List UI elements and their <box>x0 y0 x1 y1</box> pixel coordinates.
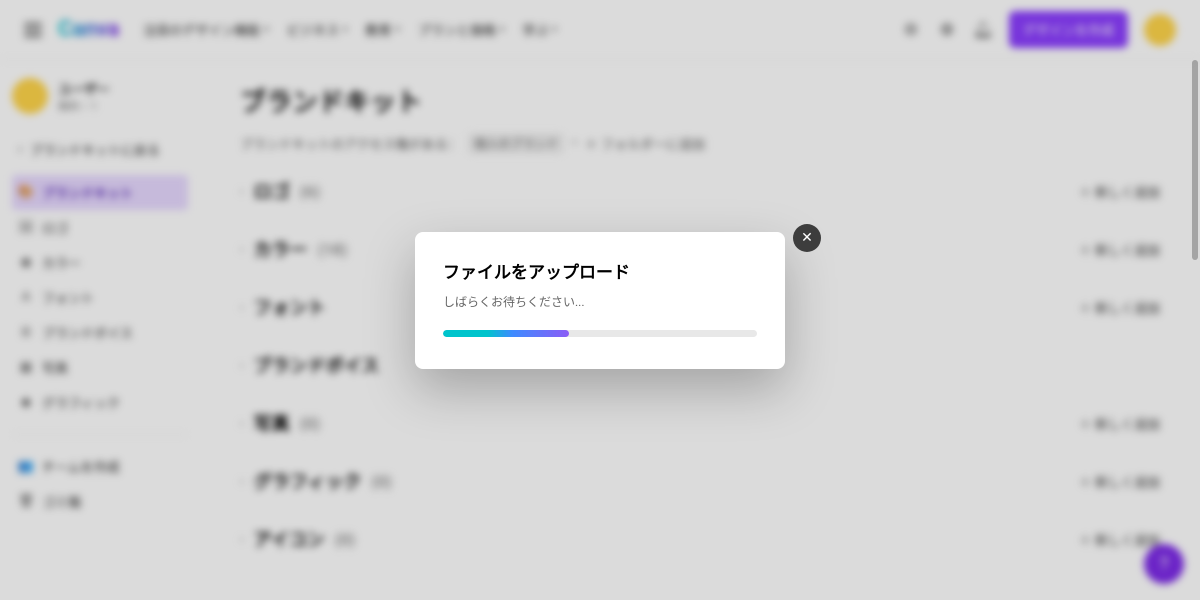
modal-title: ファイルをアップロード <box>443 258 757 283</box>
close-icon[interactable]: ✕ <box>793 224 821 252</box>
modal-subtitle: しばらくお待ちください... <box>443 293 757 310</box>
upload-modal: ✕ ファイルをアップロード しばらくお待ちください... <box>415 232 785 369</box>
progress-bar <box>443 330 757 337</box>
progress-fill <box>443 330 569 337</box>
